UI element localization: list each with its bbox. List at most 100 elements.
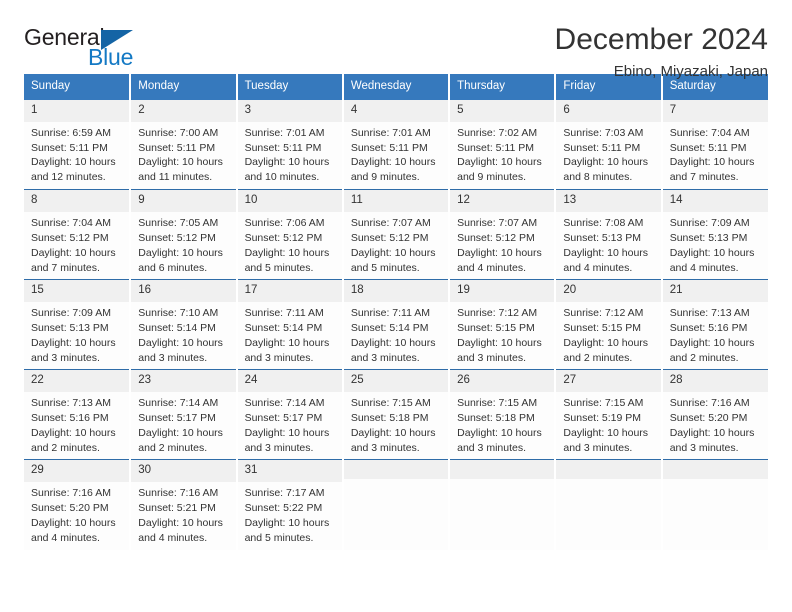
day-details: Sunrise: 7:00 AM Sunset: 5:11 PM Daylight:… (131, 122, 235, 186)
day-number (556, 460, 661, 480)
sunset-time: Sunset: 5:11 PM (350, 141, 428, 154)
day-details: Sunrise: 7:08 AM Sunset: 5:13 PM Daylight:… (556, 212, 660, 276)
day-number: 20 (556, 280, 661, 303)
calendar-day-cell[interactable] (661, 459, 768, 550)
sunrise-time: Sunrise: 7:09 AM (669, 217, 750, 230)
weekday-header-monday: Monday (130, 74, 238, 100)
sunset-time: Sunset: 5:16 PM (669, 322, 748, 334)
day-details: Sunrise: 7:16 AM Sunset: 5:20 PM Daylight:… (663, 392, 768, 456)
calendar-day: 30 Sunrise: 7:16 AM Sunset: 5:21 PM Dayligh… (131, 460, 236, 550)
day-details: Sunrise: 7:16 AM Sunset: 5:21 PM Daylight:… (131, 482, 235, 546)
calendar-day-cell[interactable]: 2 Sunrise: 7:00 AM Sunset: 5:11 PM Daylight… (130, 99, 238, 190)
calendar-day-cell[interactable]: 22 Sunrise: 7:13 AM Sunset: 5:16 PM Dayligh… (24, 369, 132, 460)
sunrise-time: Sunrise: 7:15 AM (457, 397, 538, 410)
sunset-time: Sunset: 5:11 PM (138, 141, 216, 154)
calendar-day-cell[interactable]: 31 Sunrise: 7:17 AM Sunset: 5:22 PM Dayligh… (236, 459, 344, 550)
brand-logo[interactable]: General Blue (24, 24, 154, 70)
day-details: Sunrise: 7:14 AM Sunset: 5:17 PM Daylight:… (131, 392, 235, 456)
daylight-duration-line2: and 4 minutes. (669, 261, 739, 274)
day-number: 8 (24, 190, 130, 213)
calendar-day: 3 Sunrise: 7:01 AM Sunset: 5:11 PM Daylight… (237, 99, 342, 190)
sunset-time: Sunset: 5:14 PM (350, 322, 429, 334)
calendar-day-cell[interactable]: 13 Sunrise: 7:08 AM Sunset: 5:13 PM Dayligh… (555, 189, 663, 280)
sunset-time: Sunset: 5:13 PM (669, 232, 748, 244)
sunrise-time: Sunrise: 7:06 AM (244, 217, 325, 230)
day-number: 19 (450, 280, 555, 303)
day-number: 17 (237, 280, 342, 303)
daylight-duration-line1: Daylight: 10 hours (350, 246, 436, 259)
calendar-day-cell[interactable]: 28 Sunrise: 7:16 AM Sunset: 5:20 PM Dayligh… (661, 369, 768, 460)
calendar-day-cell[interactable]: 23 Sunrise: 7:14 AM Sunset: 5:17 PM Dayligh… (130, 369, 238, 460)
daylight-duration-line2: and 3 minutes. (350, 441, 420, 454)
sunset-time: Sunset: 5:11 PM (31, 141, 108, 154)
calendar-week-row: 1 Sunrise: 6:59 AM Sunset: 5:11 PM Daylight… (24, 99, 768, 190)
daylight-duration-line2: and 4 minutes. (457, 261, 527, 274)
calendar-day: 17 Sunrise: 7:11 AM Sunset: 5:14 PM Dayligh… (237, 280, 342, 370)
daylight-duration-line1: Daylight: 10 hours (457, 336, 542, 349)
calendar-week-row: 8 Sunrise: 7:04 AM Sunset: 5:12 PM Daylight… (24, 189, 768, 280)
day-number: 6 (556, 99, 661, 122)
daylight-duration-line2: and 7 minutes. (31, 261, 100, 274)
calendar-day: 1 Sunrise: 6:59 AM Sunset: 5:11 PM Daylight… (24, 99, 130, 190)
day-number: 22 (24, 370, 130, 393)
calendar-day-cell[interactable]: 29 Sunrise: 7:16 AM Sunset: 5:20 PM Dayligh… (24, 459, 132, 550)
daylight-duration-line1: Daylight: 10 hours (669, 426, 755, 439)
calendar-day-cell[interactable]: 17 Sunrise: 7:11 AM Sunset: 5:14 PM Dayligh… (236, 279, 344, 370)
calendar-day-cell[interactable]: 4 Sunrise: 7:01 AM Sunset: 5:11 PM Daylight… (342, 99, 451, 190)
calendar-day-cell[interactable]: 1 Sunrise: 6:59 AM Sunset: 5:11 PM Daylight… (24, 99, 132, 190)
day-details: Sunrise: 7:07 AM Sunset: 5:12 PM Daylight:… (450, 212, 554, 276)
sunrise-time: Sunrise: 6:59 AM (31, 126, 111, 139)
calendar-day-cell[interactable]: 20 Sunrise: 7:12 AM Sunset: 5:15 PM Dayligh… (555, 279, 663, 370)
calendar-day-cell[interactable]: 9 Sunrise: 7:05 AM Sunset: 5:12 PM Daylight… (130, 189, 238, 280)
sunset-time: Sunset: 5:17 PM (138, 412, 216, 424)
calendar-day-cell[interactable]: 14 Sunrise: 7:09 AM Sunset: 5:13 PM Dayligh… (661, 189, 768, 280)
calendar-day: 22 Sunrise: 7:13 AM Sunset: 5:16 PM Dayligh… (24, 370, 130, 460)
calendar-day-cell[interactable]: 12 Sunrise: 7:07 AM Sunset: 5:12 PM Dayligh… (449, 189, 557, 280)
calendar-day-cell[interactable]: 3 Sunrise: 7:01 AM Sunset: 5:11 PM Daylight… (236, 99, 344, 190)
calendar-day-cell[interactable]: 21 Sunrise: 7:13 AM Sunset: 5:16 PM Dayligh… (661, 279, 768, 370)
calendar-day-cell[interactable] (342, 459, 451, 550)
calendar-day-cell[interactable]: 7 Sunrise: 7:04 AM Sunset: 5:11 PM Daylight… (662, 99, 768, 190)
daylight-duration-line2: and 2 minutes. (563, 351, 633, 364)
calendar-day-cell[interactable] (555, 459, 663, 550)
sunrise-time: Sunrise: 7:10 AM (138, 307, 219, 320)
calendar-day-cell[interactable]: 8 Sunrise: 7:04 AM Sunset: 5:12 PM Daylight… (24, 189, 132, 280)
calendar-day-cell[interactable]: 16 Sunrise: 7:10 AM Sunset: 5:14 PM Dayligh… (130, 279, 238, 370)
sunset-time: Sunset: 5:11 PM (669, 141, 747, 154)
sunset-time: Sunset: 5:11 PM (244, 141, 322, 154)
calendar-day-cell[interactable]: 11 Sunrise: 7:07 AM Sunset: 5:12 PM Dayligh… (342, 189, 451, 280)
sunset-time: Sunset: 5:13 PM (31, 322, 109, 334)
daylight-duration-line1: Daylight: 10 hours (563, 246, 649, 259)
title-block: December 2024 Ebino, Miyazaki, Japan (555, 23, 768, 80)
calendar-day-cell[interactable]: 6 Sunrise: 7:03 AM Sunset: 5:11 PM Daylight… (555, 99, 663, 190)
daylight-duration-line1: Daylight: 10 hours (31, 246, 116, 259)
daylight-duration-line1: Daylight: 10 hours (31, 336, 116, 349)
day-details: Sunrise: 7:12 AM Sunset: 5:15 PM Daylight:… (556, 302, 660, 366)
sunrise-time: Sunrise: 7:05 AM (138, 217, 219, 230)
day-number: 4 (343, 99, 449, 122)
calendar-day-cell[interactable]: 27 Sunrise: 7:15 AM Sunset: 5:19 PM Dayligh… (555, 369, 663, 460)
calendar-day-cell[interactable]: 10 Sunrise: 7:06 AM Sunset: 5:12 PM Dayligh… (236, 189, 344, 280)
day-details: Sunrise: 7:02 AM Sunset: 5:11 PM Daylight:… (450, 122, 554, 186)
calendar-day-cell[interactable]: 5 Sunrise: 7:02 AM Sunset: 5:11 PM Daylight… (449, 99, 557, 190)
daylight-duration-line2: and 2 minutes. (138, 441, 208, 454)
calendar-day-cell[interactable]: 15 Sunrise: 7:09 AM Sunset: 5:13 PM Dayligh… (24, 279, 132, 370)
calendar-day-cell[interactable]: 19 Sunrise: 7:12 AM Sunset: 5:15 PM Dayligh… (449, 279, 557, 370)
day-number: 27 (556, 370, 661, 393)
daylight-duration-line2: and 3 minutes. (563, 441, 633, 454)
calendar-day-cell[interactable] (449, 459, 557, 550)
calendar-day-cell[interactable]: 18 Sunrise: 7:11 AM Sunset: 5:14 PM Dayligh… (342, 279, 451, 370)
daylight-duration-line1: Daylight: 10 hours (31, 156, 116, 169)
sunrise-time: Sunrise: 7:16 AM (669, 397, 750, 410)
calendar-day-cell[interactable]: 25 Sunrise: 7:15 AM Sunset: 5:18 PM Dayligh… (342, 369, 451, 460)
calendar-day-cell[interactable]: 24 Sunrise: 7:14 AM Sunset: 5:17 PM Dayligh… (236, 369, 344, 460)
daylight-duration-line2: and 9 minutes. (350, 171, 420, 184)
calendar-day-cell[interactable]: 26 Sunrise: 7:15 AM Sunset: 5:18 PM Dayligh… (449, 369, 557, 460)
sunset-time: Sunset: 5:15 PM (563, 322, 642, 334)
daylight-duration-line1: Daylight: 10 hours (669, 246, 755, 259)
day-details: Sunrise: 7:01 AM Sunset: 5:11 PM Daylight:… (344, 122, 448, 186)
calendar-day: 27 Sunrise: 7:15 AM Sunset: 5:19 PM Dayligh… (556, 370, 661, 460)
calendar-day-cell[interactable]: 30 Sunrise: 7:16 AM Sunset: 5:21 PM Dayligh… (130, 459, 238, 550)
day-number: 26 (450, 370, 555, 393)
daylight-duration-line2: and 9 minutes. (457, 171, 527, 184)
